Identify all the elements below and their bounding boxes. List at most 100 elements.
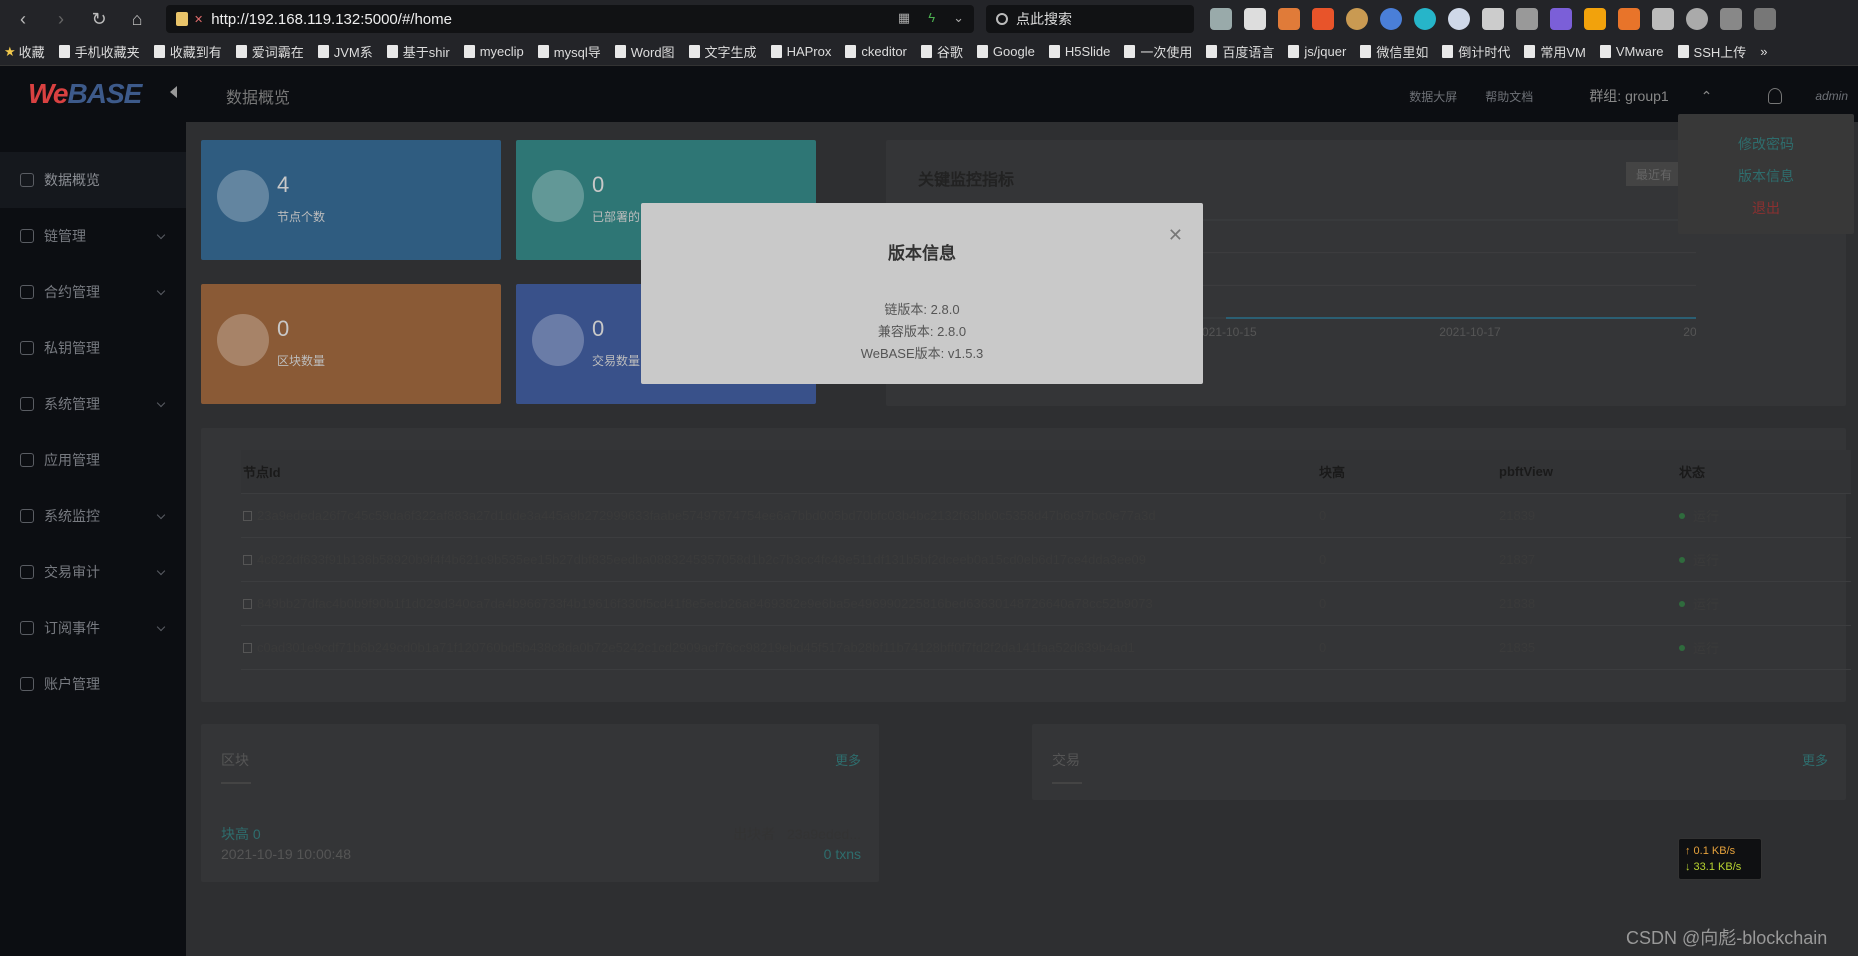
extension-icon[interactable] bbox=[1686, 8, 1708, 30]
side-menu: 数据概览 链管理 合约管理 私钥管理 系统管理 应用管理 系统监控 交易审计订阅事件账户管理 bbox=[0, 152, 186, 712]
bookmark-item[interactable]: 一次使用 bbox=[1124, 42, 1192, 61]
extension-icon[interactable] bbox=[1618, 8, 1640, 30]
home-browser-icon[interactable]: ⌂ bbox=[122, 4, 152, 34]
bookmark-item[interactable]: 谷歌 bbox=[920, 42, 963, 61]
sidebar-item[interactable]: 应用管理 bbox=[0, 432, 186, 488]
extension-icon[interactable] bbox=[1210, 8, 1232, 30]
sidebar-item[interactable]: 系统监控 bbox=[0, 488, 186, 544]
bookmark-item[interactable]: ★ 收藏 bbox=[4, 42, 45, 61]
block-height-link[interactable]: 块高 0 bbox=[221, 824, 261, 844]
bookmark-item[interactable]: js/jquer bbox=[1288, 44, 1346, 59]
copy-icon[interactable] bbox=[243, 554, 252, 565]
dialog-title: 版本信息 bbox=[888, 244, 956, 263]
bookmark-item[interactable]: 常用VM bbox=[1524, 42, 1586, 61]
shield-icon bbox=[176, 12, 188, 26]
stat-card-nodes[interactable]: 4 节点个数 bbox=[201, 140, 501, 260]
copy-icon[interactable] bbox=[243, 510, 252, 521]
bookmark-item[interactable]: Google bbox=[976, 44, 1035, 59]
extension-icon[interactable] bbox=[1380, 8, 1402, 30]
bookmark-item[interactable]: 收藏到有 bbox=[153, 42, 222, 61]
menu-icon[interactable] bbox=[1754, 8, 1776, 30]
sidebar-item[interactable]: 交易审计 bbox=[0, 544, 186, 600]
table-header: 节点Id 块高 pbftView 状态 bbox=[241, 450, 1851, 494]
bookmark-item[interactable]: Word图 bbox=[614, 42, 675, 61]
block-txns[interactable]: 0 txns bbox=[824, 846, 861, 862]
bookmark-item[interactable]: 爱词霸在 bbox=[235, 42, 304, 61]
tab-underline bbox=[1052, 782, 1082, 784]
status-cell: 运行 bbox=[1679, 594, 1849, 613]
webase-logo: WeBASE bbox=[28, 78, 142, 109]
bookmark-item[interactable]: 文字生成 bbox=[688, 42, 757, 61]
stat-value: 0 bbox=[277, 316, 290, 341]
change-password-item[interactable]: 修改密码 bbox=[1678, 134, 1854, 154]
bookmark-item[interactable]: H5Slide bbox=[1048, 44, 1110, 59]
bookmark-item[interactable]: ckeditor bbox=[845, 44, 907, 59]
sidebar-item[interactable]: 数据概览 bbox=[0, 152, 186, 208]
blocks-more-link[interactable]: 更多 bbox=[835, 750, 861, 769]
bookmark-icon bbox=[1524, 45, 1536, 58]
extension-icon[interactable] bbox=[1652, 8, 1674, 30]
sidebar-item[interactable]: 私钥管理 bbox=[0, 320, 186, 376]
big-screen-link[interactable]: 数据大屏 bbox=[1409, 88, 1457, 105]
browser-search-input[interactable]: 点此搜索 bbox=[986, 5, 1194, 33]
bookmark-item[interactable]: 倒计时代 bbox=[1442, 42, 1510, 61]
copy-icon[interactable] bbox=[243, 642, 252, 653]
close-icon[interactable]: ✕ bbox=[1168, 225, 1183, 246]
bookmark-item[interactable]: 微信里如 bbox=[1360, 42, 1428, 61]
clipboard-icon bbox=[20, 285, 34, 299]
help-docs-link[interactable]: 帮助文档 bbox=[1485, 88, 1533, 105]
sidebar-item[interactable]: 链管理 bbox=[0, 208, 186, 264]
reload-icon[interactable]: ↻ bbox=[84, 4, 114, 34]
bookmark-item[interactable]: 百度语言 bbox=[1206, 42, 1274, 61]
extension-icon[interactable] bbox=[1516, 8, 1538, 30]
sidebar-item[interactable]: 账户管理 bbox=[0, 656, 186, 712]
recent-filter-button[interactable]: 最近有 bbox=[1626, 162, 1686, 186]
shield-icon bbox=[20, 397, 34, 411]
extension-icon[interactable] bbox=[1346, 8, 1368, 30]
transactions-more-link[interactable]: 更多 bbox=[1802, 750, 1828, 769]
bookmark-item[interactable]: HAProx bbox=[770, 44, 831, 59]
extension-icon[interactable] bbox=[1584, 8, 1606, 30]
extension-icon[interactable] bbox=[1312, 8, 1334, 30]
chevron-down-icon[interactable]: ⌄ bbox=[953, 10, 964, 26]
lightning-icon[interactable]: ϟ bbox=[928, 10, 935, 26]
undo-icon[interactable] bbox=[1720, 8, 1742, 30]
stat-card-blocks[interactable]: 0 区块数量 bbox=[201, 284, 501, 404]
bookmarks-bar: ★ 收藏 手机收藏夹 收藏到有 爱词霸在 JVM系 基于shir myeclip mysql导 W… bbox=[0, 38, 1858, 66]
extension-icon[interactable] bbox=[1550, 8, 1572, 30]
browser-toolbar: ‹ › ↻ ⌂ ✕ http://192.168.119.132:5000/#/… bbox=[0, 0, 1858, 38]
bookmark-item[interactable]: 基于shir bbox=[386, 42, 450, 61]
sidebar-item[interactable]: 系统管理 bbox=[0, 376, 186, 432]
collapse-sidebar-icon[interactable] bbox=[170, 86, 177, 98]
back-icon[interactable]: ‹ bbox=[8, 4, 38, 34]
bookmark-item[interactable]: mysql导 bbox=[537, 42, 601, 61]
sidebar-item[interactable]: 合约管理 bbox=[0, 264, 186, 320]
copy-icon[interactable] bbox=[243, 598, 252, 609]
sidebar-item-label: 订阅事件 bbox=[44, 620, 100, 636]
version-info-item[interactable]: 版本信息 bbox=[1678, 166, 1854, 186]
extension-icon[interactable] bbox=[1278, 8, 1300, 30]
extension-icon[interactable] bbox=[1244, 8, 1266, 30]
bookmark-item[interactable]: » bbox=[1760, 44, 1767, 59]
sidebar-item[interactable]: 订阅事件 bbox=[0, 600, 186, 656]
address-bar[interactable]: ✕ http://192.168.119.132:5000/#/home ▦ ϟ… bbox=[166, 5, 974, 33]
chevron-down-icon bbox=[156, 230, 166, 240]
logout-item[interactable]: 退出 bbox=[1678, 198, 1854, 218]
forward-icon[interactable]: › bbox=[46, 4, 76, 34]
bookmark-icon bbox=[58, 45, 70, 58]
monitor-icon bbox=[20, 509, 34, 523]
url-text: http://192.168.119.132:5000/#/home bbox=[211, 10, 452, 28]
bookmark-icon bbox=[1677, 45, 1689, 58]
extension-icon[interactable] bbox=[1448, 8, 1470, 30]
extension-icon[interactable] bbox=[1482, 8, 1504, 30]
group-select[interactable]: 群组: group1 ⌃ bbox=[1561, 86, 1712, 106]
qr-icon[interactable]: ▦ bbox=[898, 10, 910, 26]
bookmark-item[interactable]: SSH上传 bbox=[1677, 42, 1746, 61]
user-menu-trigger[interactable]: admin bbox=[1740, 88, 1848, 104]
stat-icon bbox=[532, 170, 584, 222]
extension-icon[interactable] bbox=[1414, 8, 1436, 30]
bookmark-item[interactable]: JVM系 bbox=[317, 42, 373, 61]
bookmark-item[interactable]: 手机收藏夹 bbox=[58, 42, 140, 61]
bookmark-item[interactable]: myeclip bbox=[463, 44, 524, 59]
bookmark-item[interactable]: VMware bbox=[1599, 44, 1664, 59]
